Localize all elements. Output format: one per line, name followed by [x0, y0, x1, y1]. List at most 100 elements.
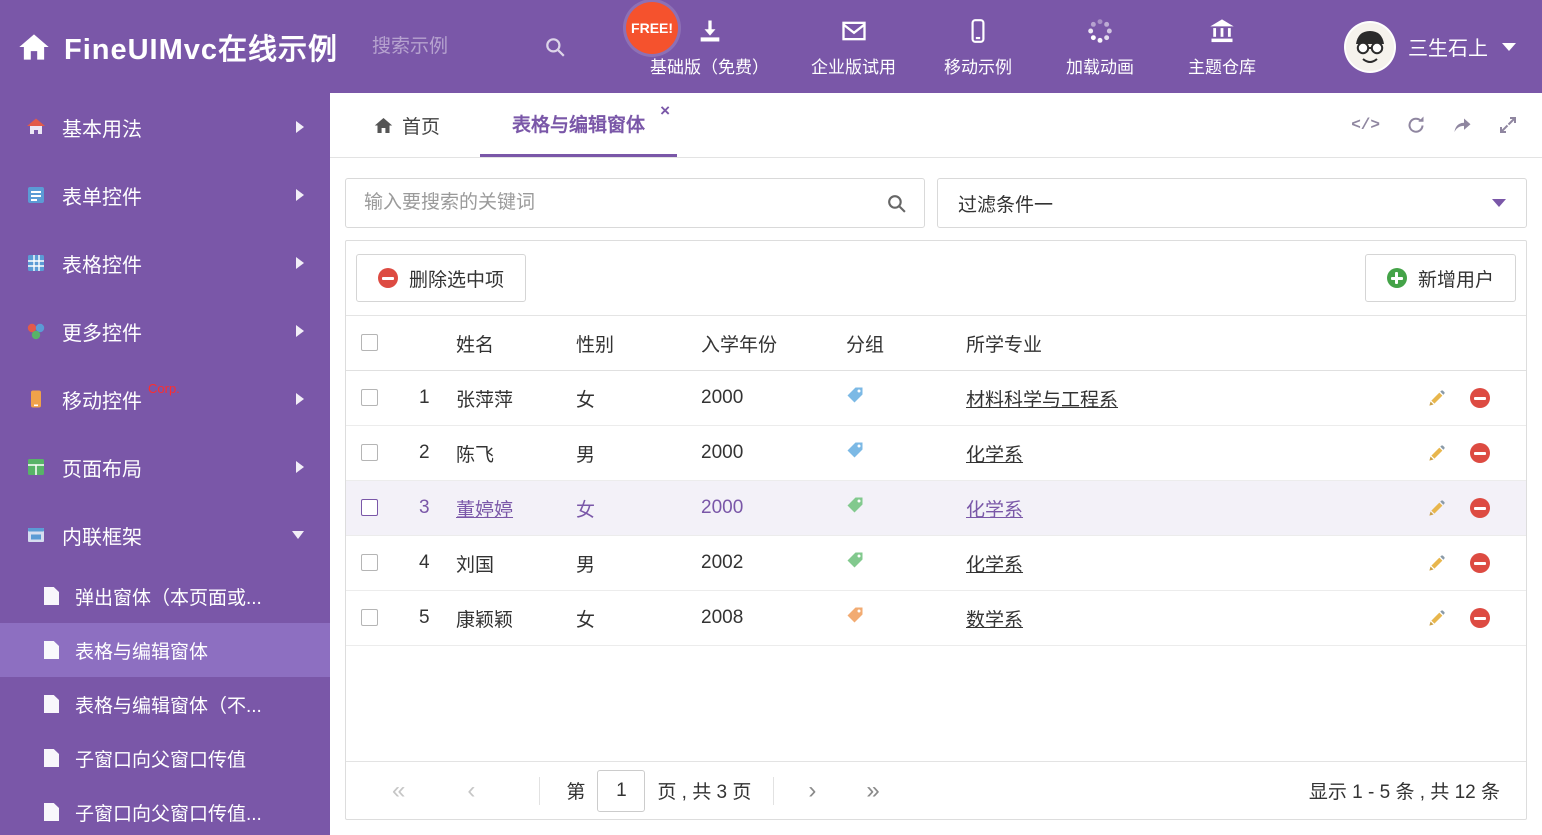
download-icon	[696, 16, 724, 46]
user-menu[interactable]: 三生石上	[1344, 20, 1542, 73]
table-row[interactable]: 3 董婷婷女 2000 化学系	[346, 480, 1526, 536]
first-page-button[interactable]: «	[380, 778, 417, 803]
sidebar-subitem-child-to-parent[interactable]: 子窗口向父窗口传值	[0, 731, 330, 785]
sidebar-item-grid-controls[interactable]: 表格控件	[0, 229, 330, 297]
nav-theme-repo[interactable]: 主题仓库	[1182, 16, 1262, 78]
envelope-icon	[840, 16, 868, 46]
row-index: 2	[406, 425, 456, 481]
filter-dropdown[interactable]: 过滤条件一	[937, 178, 1527, 228]
next-page-button[interactable]: ›	[796, 778, 828, 803]
bank-icon	[1208, 16, 1236, 46]
tab-label: 首页	[402, 116, 441, 138]
delete-selected-button[interactable]: 删除选中项	[356, 254, 527, 302]
grid-icon	[26, 253, 46, 273]
major-link[interactable]: 材料科学与工程系	[966, 390, 1118, 411]
share-icon	[1454, 118, 1471, 132]
tab-label: 表格与编辑窗体	[512, 115, 646, 136]
filter-dropdown-value: 过滤条件一	[958, 194, 1054, 216]
row-checkbox[interactable]	[361, 554, 378, 572]
top-header: FineUIMvc在线示例 FREE! 基础版（免费） 企业版试用	[0, 0, 1542, 93]
table-row[interactable]: 5 康颖颖女 2008 数学系	[346, 590, 1526, 646]
file-icon	[44, 695, 59, 713]
avatar	[1344, 20, 1396, 73]
row-checkbox[interactable]	[361, 609, 378, 627]
circle-minus-icon	[378, 268, 398, 288]
sidebar-item-mobile-controls[interactable]: 移动控件 Corp.	[0, 365, 330, 433]
sidebar-subitem-popup-window[interactable]: 弹出窗体（本页面或...	[0, 569, 330, 623]
edit-icon[interactable]	[1427, 389, 1446, 408]
row-name: 陈飞	[456, 425, 576, 481]
grid-panel: 删除选中项 新增用户 姓名 性别 入学年份 分组 所学专业 1 张萍萍 女 20…	[345, 240, 1527, 820]
row-checkbox[interactable]	[361, 499, 378, 517]
tab-grid-edit-window[interactable]: 表格与编辑窗体 ×	[480, 93, 678, 157]
nav-basic-free[interactable]: FREE! 基础版（免费）	[626, 1, 769, 78]
sidebar: 基本用法 表单控件 表格控件 更多控件 移动控件 Corp. 页面布局 内联框架…	[0, 93, 330, 835]
sidebar-subitem-grid-edit-window[interactable]: 表格与编辑窗体	[0, 623, 330, 677]
search-button[interactable]	[868, 179, 924, 227]
tab-home[interactable]: 首页	[360, 93, 454, 157]
header-search-input[interactable]	[372, 35, 533, 58]
corp-badge: Corp.	[148, 381, 180, 396]
nav-enterprise-trial[interactable]: 企业版试用	[811, 16, 896, 78]
table-row[interactable]: 2 陈飞男 2000 化学系	[346, 425, 1526, 481]
row-name: 张萍萍	[456, 370, 576, 426]
nav-mobile-demo[interactable]: 移动示例	[938, 16, 1018, 78]
tab-tools: </>	[1351, 93, 1542, 157]
column-actions	[1396, 315, 1526, 371]
search-icon[interactable]	[544, 36, 566, 58]
column-gender: 性别	[576, 315, 701, 371]
nav-loading-animation[interactable]: 加载动画	[1060, 16, 1140, 78]
row-checkbox[interactable]	[361, 444, 378, 462]
select-all-checkbox[interactable]	[361, 334, 378, 352]
major-link[interactable]: 化学系	[966, 445, 1023, 466]
source-code-icon: </>	[1351, 116, 1380, 134]
keyword-search-input[interactable]	[346, 192, 868, 214]
view-source-button[interactable]: </>	[1351, 116, 1380, 134]
fullscreen-button[interactable]	[1498, 115, 1518, 135]
sidebar-subitem-child-to-parent-2[interactable]: 子窗口向父窗口传值...	[0, 785, 330, 835]
major-link[interactable]: 化学系	[966, 500, 1023, 521]
sidebar-item-basic-usage[interactable]: 基本用法	[0, 93, 330, 161]
column-name: 姓名	[456, 315, 576, 371]
major-link[interactable]: 数学系	[966, 610, 1023, 631]
major-link[interactable]: 化学系	[966, 555, 1023, 576]
page-count: 页 , 共 3 页	[657, 782, 752, 803]
table-row[interactable]: 1 张萍萍女 2000 材料科学与工程系	[346, 370, 1526, 426]
chevron-right-icon	[296, 325, 304, 337]
header-nav: FREE! 基础版（免费） 企业版试用 移动示例 加载动画 主题仓库	[626, 1, 1262, 78]
edit-icon[interactable]	[1427, 499, 1446, 518]
tag-icon	[846, 551, 864, 569]
delete-icon[interactable]	[1470, 553, 1490, 573]
delete-icon[interactable]	[1470, 608, 1490, 628]
home-icon	[374, 116, 393, 135]
divider	[773, 776, 775, 805]
add-user-button[interactable]: 新增用户	[1364, 254, 1516, 302]
sidebar-item-iframe[interactable]: 内联框架	[0, 501, 330, 569]
share-button[interactable]	[1452, 115, 1472, 135]
refresh-button[interactable]	[1406, 115, 1426, 135]
edit-icon[interactable]	[1427, 554, 1446, 573]
row-gender: 男	[576, 535, 701, 591]
edit-icon[interactable]	[1427, 444, 1446, 463]
edit-icon[interactable]	[1427, 609, 1446, 628]
sidebar-item-form-controls[interactable]: 表单控件	[0, 161, 330, 229]
delete-icon[interactable]	[1470, 443, 1490, 463]
page-number-input[interactable]	[597, 769, 646, 812]
last-page-button[interactable]: »	[854, 778, 891, 803]
header-search[interactable]	[372, 35, 584, 58]
tag-icon	[846, 496, 864, 514]
delete-icon[interactable]	[1470, 388, 1490, 408]
sidebar-item-page-layout[interactable]: 页面布局	[0, 433, 330, 501]
column-year: 入学年份	[701, 315, 846, 371]
row-checkbox[interactable]	[361, 389, 378, 407]
file-icon	[44, 803, 59, 821]
close-icon[interactable]: ×	[660, 102, 670, 119]
prev-page-button[interactable]: ‹	[455, 778, 487, 803]
brand[interactable]: FineUIMvc在线示例	[0, 26, 338, 68]
tab-bar: 首页 表格与编辑窗体 × </>	[330, 93, 1542, 158]
sidebar-item-more-controls[interactable]: 更多控件	[0, 297, 330, 365]
delete-icon[interactable]	[1470, 498, 1490, 518]
sidebar-subitem-grid-edit-window-2[interactable]: 表格与编辑窗体（不...	[0, 677, 330, 731]
row-year: 2000	[701, 425, 846, 481]
table-row[interactable]: 4 刘国男 2002 化学系	[346, 535, 1526, 591]
